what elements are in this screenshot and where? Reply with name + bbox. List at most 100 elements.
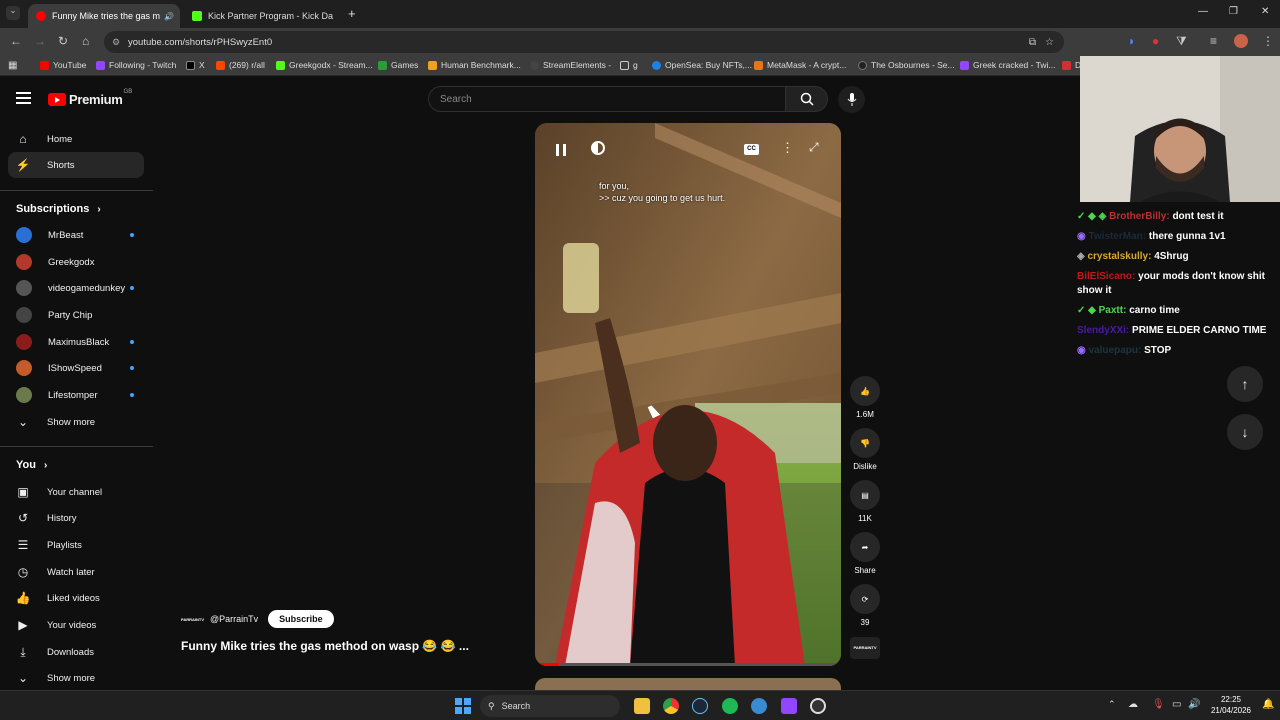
bookmark-item[interactable]: Games (378, 60, 418, 70)
youtube-logo[interactable]: Premium GB (48, 89, 132, 107)
channel-handle[interactable]: @ParrainTv (210, 614, 258, 624)
voice-search-button[interactable] (838, 86, 865, 113)
home-browser-icon[interactable]: ⌂ (82, 34, 89, 48)
sidebar-item-home[interactable]: ⌂ Home (8, 126, 144, 152)
subscription-item[interactable]: MaximusBlack (8, 329, 144, 355)
bookmark-item[interactable]: (269) r/all (216, 60, 265, 70)
bookmark-item[interactable]: The Osbournes - Se... (858, 60, 955, 70)
browser-tab-kick[interactable]: Kick Partner Program - Kick Da ✕ (184, 4, 338, 28)
address-bar[interactable]: ⚙ youtube.com/shorts/rPHSwyzEnt0 ⧉ ☆ (104, 31, 1064, 53)
bookmark-item[interactable]: Following - Twitch (96, 60, 176, 70)
microphone-tray-icon[interactable]: 🎙 (1152, 699, 1165, 710)
chrome-icon[interactable] (663, 698, 679, 714)
bookmark-item[interactable]: Greek cracked - Twi... (960, 60, 1056, 70)
spotify-icon[interactable] (722, 698, 738, 714)
next-short-button[interactable]: ↓ (1227, 414, 1263, 450)
file-explorer-icon[interactable] (634, 698, 650, 714)
dislike-action[interactable]: 👎 Dislike (850, 428, 880, 471)
sidebar-item-downloads[interactable]: ⤓ Downloads (8, 639, 144, 665)
close-window-icon[interactable]: ✕ (1261, 6, 1269, 17)
sidebar-item-playlists[interactable]: ☰ Playlists (8, 532, 144, 558)
chat-user[interactable]: TwisterMan: (1089, 231, 1147, 242)
extensions-icon[interactable]: ⧩ (1176, 34, 1187, 49)
chat-user[interactable]: Paxtt: (1099, 305, 1127, 316)
comments-action[interactable]: ▤ 11K (850, 480, 880, 523)
sound-thumbnail[interactable]: PARRAINTV (850, 637, 880, 659)
close-tab-icon[interactable]: ✕ (174, 11, 180, 22)
like-action[interactable]: 👍 1.6M (850, 376, 880, 419)
system-tray-chevron-icon[interactable]: ⌃ (1108, 699, 1116, 710)
steam-icon[interactable] (692, 698, 708, 714)
extension-2-icon[interactable]: ● (1152, 34, 1159, 48)
chat-user[interactable]: crystalskully: (1087, 251, 1151, 262)
subscription-item[interactable]: Party Chip (8, 302, 144, 328)
reload-icon[interactable]: ↻ (58, 34, 68, 48)
bookmark-item[interactable]: YouTube (40, 60, 86, 70)
onedrive-icon[interactable]: ☁ (1128, 699, 1138, 710)
chat-user[interactable]: valuepapu: (1089, 345, 1142, 356)
bookmark-item[interactable]: Human Benchmark... (428, 60, 521, 70)
volume-tray-icon[interactable]: 🔊 (1188, 699, 1200, 710)
tab-search-button[interactable]: ⌄ (6, 6, 20, 20)
search-input[interactable]: Search (428, 86, 786, 112)
subscription-item[interactable]: Lifestomper (8, 382, 144, 408)
extension-1-icon[interactable]: ◗ (1128, 34, 1135, 48)
more-options-icon[interactable]: ⋮ (781, 140, 794, 156)
edge-icon[interactable] (751, 698, 767, 714)
taskbar-search[interactable]: ⚲ Search (480, 695, 620, 717)
thumbs-up-icon[interactable]: 👍 (850, 376, 880, 406)
site-info-icon[interactable]: ⚙ (112, 37, 120, 48)
minimize-icon[interactable]: — (1198, 6, 1208, 17)
twitch-icon[interactable] (781, 698, 797, 714)
channel-avatar[interactable]: PARRAINTV (181, 617, 205, 622)
progress-bar[interactable] (535, 663, 841, 666)
chat-user[interactable]: BilElSicano: (1077, 271, 1135, 282)
sidebar-item-your-channel[interactable]: ▣ Your channel (8, 479, 144, 505)
comment-icon[interactable]: ▤ (850, 480, 880, 510)
sidebar-item-history[interactable]: ↺ History (8, 505, 144, 531)
bookmark-item[interactable]: D (1062, 60, 1081, 70)
short-title[interactable]: Funny Mike tries the gas method on wasp … (181, 639, 469, 653)
volume-icon[interactable] (591, 141, 605, 155)
pause-button[interactable] (556, 144, 566, 156)
windows-start-icon[interactable] (455, 698, 471, 714)
subscriptions-heading[interactable]: Subscriptions › (16, 203, 101, 215)
subscription-item[interactable]: videogamedunkey (8, 275, 144, 301)
obs-icon[interactable] (810, 698, 826, 714)
show-more-you[interactable]: ⌄ Show more (8, 665, 144, 691)
bookmark-item[interactable]: MetaMask - A crypt... (754, 60, 846, 70)
captions-button[interactable]: CC (744, 144, 759, 155)
show-more-subscriptions[interactable]: ⌄ Show more (8, 409, 144, 435)
chat-user[interactable]: SlendyXXi: (1077, 325, 1129, 336)
hamburger-menu-icon[interactable] (16, 92, 31, 104)
you-heading[interactable]: You › (16, 459, 47, 471)
network-icon[interactable]: ▭ (1172, 699, 1181, 710)
profile-avatar[interactable] (1234, 34, 1248, 48)
apps-grid-icon[interactable]: ▦ (8, 60, 17, 71)
bookmark-item[interactable]: OpenSea: Buy NFTs,... (652, 60, 752, 70)
install-app-icon[interactable]: ⧉ (1029, 37, 1036, 48)
short-video-player[interactable]: for you, >> cuz you going to get us hurt… (535, 123, 841, 666)
subscription-item[interactable]: Greekgodx (8, 249, 144, 275)
fullscreen-icon[interactable]: ⤢ (809, 140, 819, 155)
bookmark-item[interactable]: StreamElements - (530, 60, 611, 70)
browser-menu-icon[interactable]: ⋮ (1262, 34, 1274, 48)
chat-user[interactable]: BrotherBilly: (1109, 211, 1170, 222)
subscription-item[interactable]: MrBeast (8, 222, 144, 248)
media-control-icon[interactable]: ≡ (1210, 34, 1217, 48)
previous-short-button[interactable]: ↑ (1227, 366, 1263, 402)
next-short-preview[interactable] (535, 678, 841, 690)
sidebar-item-liked-videos[interactable]: 👍 Liked videos (8, 585, 144, 611)
forward-icon[interactable]: → (34, 34, 46, 48)
subscription-item[interactable]: IShowSpeed (8, 355, 144, 381)
bookmark-item[interactable]: Greekgodx - Stream... (276, 60, 373, 70)
share-action[interactable]: ➦ Share (850, 532, 880, 575)
remix-icon[interactable]: ⟳ (850, 584, 880, 614)
bookmark-item[interactable]: X (186, 60, 205, 70)
close-tab-icon[interactable]: ✕ (333, 11, 338, 22)
share-icon[interactable]: ➦ (850, 532, 880, 562)
subscribe-button[interactable]: Subscribe (268, 610, 334, 628)
thumbs-down-icon[interactable]: 👎 (850, 428, 880, 458)
notification-bell-icon[interactable]: 🔔 (1262, 699, 1274, 710)
bookmark-folder[interactable]: g (620, 60, 638, 70)
